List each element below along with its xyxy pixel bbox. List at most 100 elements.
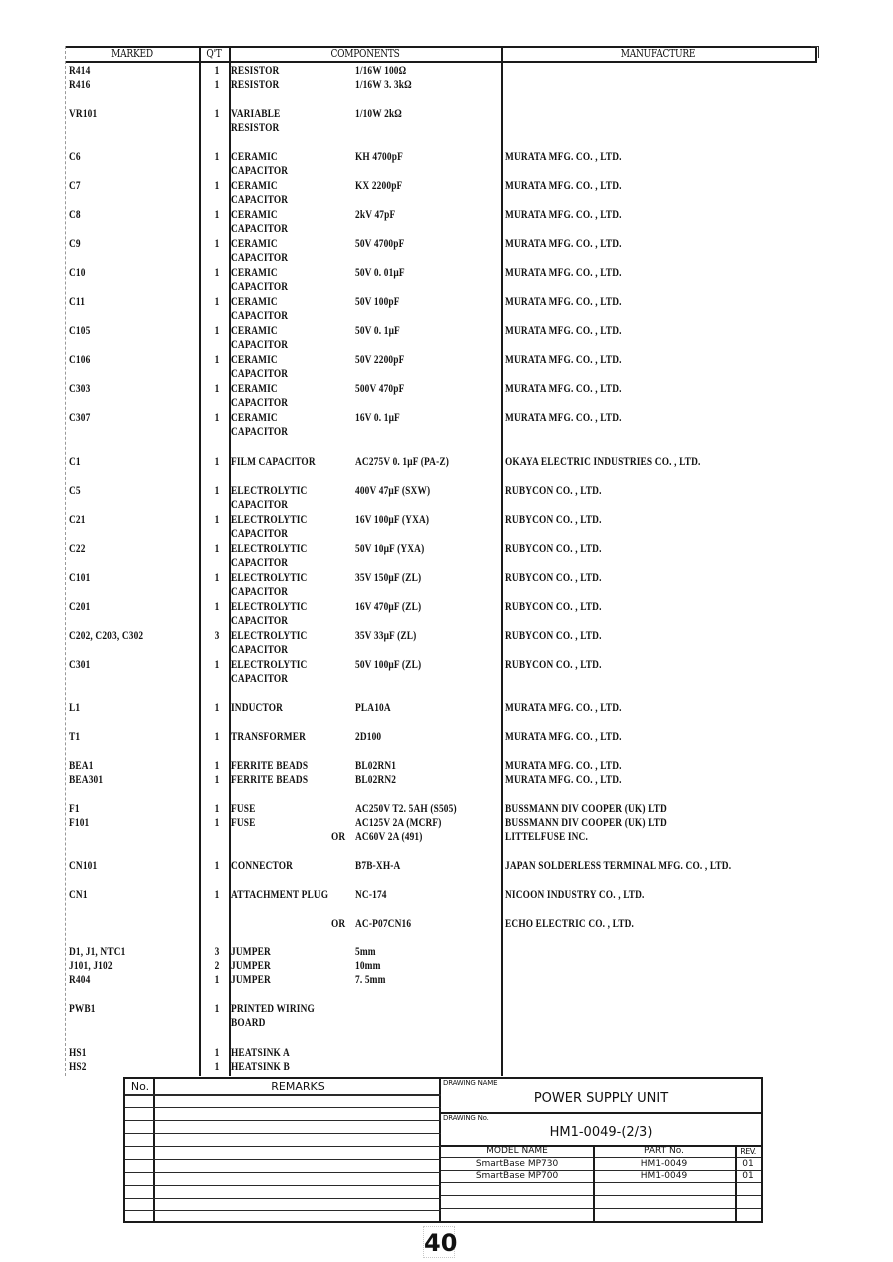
marked-reference: C202, C203, C302 [69,628,144,642]
component-name: CERAMIC [231,352,278,366]
component-name-line2: CAPACITOR [231,671,289,685]
parts-table: MARKED Q'T COMPONENTS MANUFACTURE R414 1 R… [65,46,817,1076]
marked-reference: C8 [69,207,81,221]
component-spec: B7B-XH-A [355,858,401,872]
component-spec: PLA10A [355,700,391,714]
table-row: HS2 1 HEATSINK B [65,46,817,1073]
quantity: 1 [214,815,220,829]
divider [441,1208,761,1209]
component-name-line2: CAPACITOR [231,366,289,380]
component-name-line2: CAPACITOR [231,279,289,293]
quantity: 1 [214,758,220,772]
manufacturer: MURATA MFG. CO. , LTD. [505,381,622,395]
component-name: INDUCTOR [231,700,284,714]
component-name-line2: BOARD [231,1015,266,1029]
marked-reference: HS2 [69,1059,87,1073]
remarks-line [125,1120,441,1121]
marked-reference: R404 [69,972,91,986]
component-name-line2: CAPACITOR [231,221,289,235]
manufacturer: OKAYA ELECTRIC INDUSTRIES CO. , LTD. [505,454,701,468]
divider [441,1112,761,1114]
component-name: ELECTROLYTIC [231,628,308,642]
no-header: No. [130,1080,150,1093]
marked-reference: VR101 [69,106,98,120]
quantity: 1 [214,570,220,584]
component-spec: 50V 2200pF [355,352,405,366]
part-no-header: PART No. [644,1146,684,1156]
component-name: ELECTROLYTIC [231,483,308,497]
component-spec: 5mm [355,944,376,958]
part-number: HM1-0049 [640,1159,688,1169]
component-name-line2: CAPACITOR [231,613,289,627]
component-name: CERAMIC [231,265,278,279]
component-name-line2: CAPACITOR [231,192,289,206]
marked-reference: C5 [69,483,81,497]
component-name: JUMPER [231,958,271,972]
header-bottom-border [65,61,817,63]
marked-reference: CN1 [69,887,88,901]
quantity: 1 [214,858,220,872]
manufacturer: BUSSMANN DIV COOPER (UK) LTD [505,801,667,815]
remarks-line [125,1094,441,1096]
component-name: CERAMIC [231,207,278,221]
drawing-name: POWER SUPPLY UNIT [533,1091,669,1106]
remarks-section: No. REMARKS [125,1079,441,1221]
manufacturer: RUBYCON CO. , LTD. [505,541,602,555]
component-name: CERAMIC [231,410,278,424]
component-name: ELECTROLYTIC [231,599,308,613]
component-name: FERRITE BEADS [231,758,309,772]
quantity: 1 [214,1045,220,1059]
marked-reference: C201 [69,599,91,613]
component-name: FUSE [231,801,256,815]
component-name: FUSE [231,815,256,829]
marked-reference: C6 [69,149,81,163]
component-name-line2: CAPACITOR [231,642,289,656]
remarks-line [125,1146,441,1147]
component-spec: 16V 100μF (YXA) [355,512,430,526]
manufacturer: MURATA MFG. CO. , LTD. [505,700,622,714]
component-name: RESISTOR [231,63,280,77]
quantity: 1 [214,1059,220,1073]
quantity: 1 [214,381,220,395]
manufacturer: MURATA MFG. CO. , LTD. [505,729,622,743]
marked-reference: C7 [69,178,81,192]
drawing-name-label: DRAWING NAME [443,1079,498,1087]
component-spec: 35V 33μF (ZL) [355,628,417,642]
component-spec: 400V 47μF (SXW) [355,483,431,497]
marked-reference: CN101 [69,858,98,872]
component-name-line2: RESISTOR [231,120,280,134]
alternative-marker: OR [331,916,346,930]
remarks-line [125,1210,441,1211]
quantity: 1 [214,207,220,221]
component-name: RESISTOR [231,77,280,91]
component-spec: 1/10W 2kΩ [355,106,402,120]
manufacturer: RUBYCON CO. , LTD. [505,599,602,613]
component-name-line2: CAPACITOR [231,584,289,598]
quantity: 1 [214,657,220,671]
component-spec: 50V 0. 01μF [355,265,405,279]
component-name: ELECTROLYTIC [231,512,308,526]
quantity: 1 [214,729,220,743]
corner-mark [811,46,819,58]
component-spec: BL02RN1 [355,758,397,772]
component-spec: 50V 4700pF [355,236,405,250]
marked-reference: C106 [69,352,91,366]
remarks-column [155,1079,441,1221]
component-name: JUMPER [231,944,271,958]
component-spec: 16V 0. 1μF [355,410,400,424]
component-name-line2: CAPACITOR [231,555,289,569]
quantity: 1 [214,1001,220,1015]
drawing-number: HM1-0049-(2/3) [549,1125,653,1140]
remarks-line [125,1198,441,1199]
component-spec: 16V 470μF (ZL) [355,599,422,613]
component-name-line2: CAPACITOR [231,497,289,511]
component-spec: 1/16W 3. 3kΩ [355,77,412,91]
quantity: 1 [214,294,220,308]
marked-reference: C21 [69,512,86,526]
component-name: CERAMIC [231,236,278,250]
component-name-line2: CAPACITOR [231,250,289,264]
divider [441,1195,761,1196]
component-name: CERAMIC [231,178,278,192]
component-name: CERAMIC [231,323,278,337]
rev-header: REV. [740,1147,756,1156]
